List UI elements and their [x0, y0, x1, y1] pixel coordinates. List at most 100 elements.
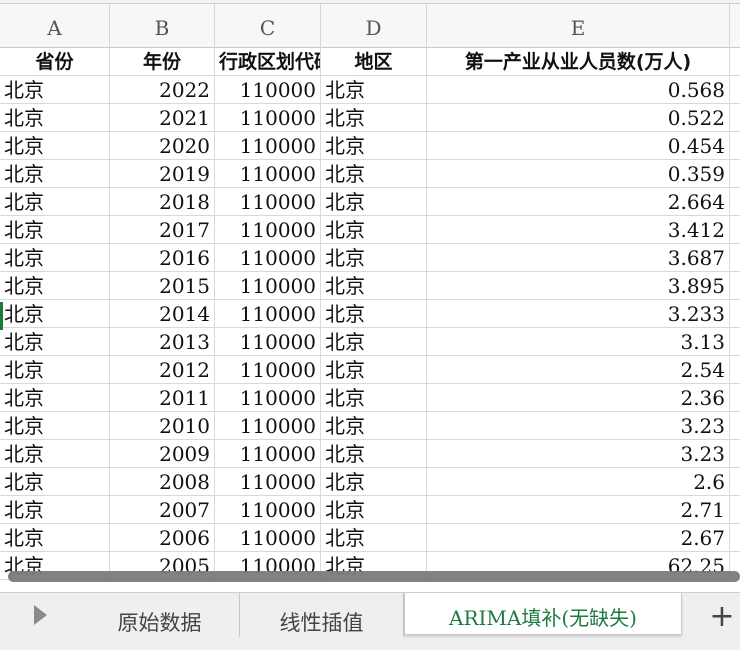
region-cell[interactable]: 北京 — [321, 272, 427, 300]
column-header-b[interactable]: B — [110, 4, 215, 48]
region-cell[interactable]: 北京 — [321, 356, 427, 384]
employment-cell[interactable]: 2.54 — [427, 356, 730, 384]
admin-code-cell[interactable]: 110000 — [215, 468, 321, 496]
year-cell[interactable]: 2008 — [110, 468, 215, 496]
employment-cell[interactable]: 3.687 — [427, 244, 730, 272]
region-cell[interactable]: 北京 — [321, 440, 427, 468]
year-cell[interactable]: 2020 — [110, 132, 215, 160]
tab-original-data[interactable]: 原始数据 — [80, 593, 240, 637]
header-cell-region[interactable]: 地区 — [321, 48, 427, 76]
employment-cell[interactable]: 3.23 — [427, 412, 730, 440]
year-cell[interactable]: 2009 — [110, 440, 215, 468]
year-cell[interactable]: 2012 — [110, 356, 215, 384]
province-cell[interactable]: 北京 — [0, 524, 110, 552]
region-cell[interactable]: 北京 — [321, 216, 427, 244]
province-cell[interactable]: 北京 — [0, 328, 110, 356]
province-cell[interactable]: 北京 — [0, 160, 110, 188]
admin-code-cell[interactable]: 110000 — [215, 440, 321, 468]
admin-code-cell[interactable]: 110000 — [215, 132, 321, 160]
region-cell[interactable]: 北京 — [321, 160, 427, 188]
region-cell[interactable]: 北京 — [321, 524, 427, 552]
tab-linear-interpolation[interactable]: 线性插值 — [240, 593, 404, 637]
year-cell[interactable]: 2007 — [110, 496, 215, 524]
year-cell[interactable]: 2021 — [110, 104, 215, 132]
region-cell[interactable]: 北京 — [321, 468, 427, 496]
admin-code-cell[interactable]: 110000 — [215, 76, 321, 104]
employment-cell[interactable]: 2.6 — [427, 468, 730, 496]
employment-cell[interactable]: 3.13 — [427, 328, 730, 356]
employment-cell[interactable]: 2.67 — [427, 524, 730, 552]
year-cell[interactable]: 2019 — [110, 160, 215, 188]
province-cell[interactable]: 北京 — [0, 384, 110, 412]
region-cell[interactable]: 北京 — [321, 188, 427, 216]
province-cell[interactable]: 北京 — [0, 468, 110, 496]
admin-code-cell[interactable]: 110000 — [215, 104, 321, 132]
region-cell[interactable]: 北京 — [321, 76, 427, 104]
year-cell[interactable]: 2015 — [110, 272, 215, 300]
province-cell[interactable]: 北京 — [0, 244, 110, 272]
next-sheet-icon[interactable] — [20, 593, 60, 637]
region-cell[interactable]: 北京 — [321, 104, 427, 132]
admin-code-cell[interactable]: 110000 — [215, 216, 321, 244]
admin-code-cell[interactable]: 110000 — [215, 496, 321, 524]
province-cell[interactable]: 北京 — [0, 132, 110, 160]
year-cell[interactable]: 2016 — [110, 244, 215, 272]
header-cell-admin-code[interactable]: 行政区划代码 — [215, 48, 321, 76]
admin-code-cell[interactable]: 110000 — [215, 188, 321, 216]
employment-cell[interactable]: 3.233 — [427, 300, 730, 328]
province-cell[interactable]: 北京 — [0, 188, 110, 216]
region-cell[interactable]: 北京 — [321, 300, 427, 328]
province-cell[interactable]: 北京 — [0, 440, 110, 468]
employment-cell[interactable]: 2.36 — [427, 384, 730, 412]
year-cell[interactable]: 2011 — [110, 384, 215, 412]
year-cell[interactable]: 2013 — [110, 328, 215, 356]
add-sheet-button[interactable]: + — [704, 597, 740, 637]
spreadsheet-grid[interactable]: A B C D E 省份 年份 行政区划代码 地区 第一产业从业人员数(万人) … — [0, 0, 740, 592]
admin-code-cell[interactable]: 110000 — [215, 524, 321, 552]
province-cell[interactable]: 北京 — [0, 272, 110, 300]
employment-cell[interactable]: 0.359 — [427, 160, 730, 188]
admin-code-cell[interactable]: 110000 — [215, 384, 321, 412]
year-cell[interactable]: 2022 — [110, 76, 215, 104]
year-cell[interactable]: 2010 — [110, 412, 215, 440]
admin-code-cell[interactable]: 110000 — [215, 272, 321, 300]
column-header-e[interactable]: E — [427, 4, 730, 48]
employment-cell[interactable]: 2.71 — [427, 496, 730, 524]
region-cell[interactable]: 北京 — [321, 244, 427, 272]
region-cell[interactable]: 北京 — [321, 132, 427, 160]
admin-code-cell[interactable]: 110000 — [215, 300, 321, 328]
header-cell-province[interactable]: 省份 — [0, 48, 110, 76]
province-cell[interactable]: 北京 — [0, 412, 110, 440]
header-cell-primary-employment[interactable]: 第一产业从业人员数(万人) — [427, 48, 730, 76]
year-cell[interactable]: 2006 — [110, 524, 215, 552]
tab-arima-fill[interactable]: ARIMA填补(无缺失) — [404, 593, 682, 635]
admin-code-cell[interactable]: 110000 — [215, 412, 321, 440]
column-header-c[interactable]: C — [215, 4, 321, 48]
region-cell[interactable]: 北京 — [321, 384, 427, 412]
province-cell[interactable]: 北京 — [0, 104, 110, 132]
employment-cell[interactable]: 2.664 — [427, 188, 730, 216]
admin-code-cell[interactable]: 110000 — [215, 160, 321, 188]
employment-cell[interactable]: 3.412 — [427, 216, 730, 244]
province-cell[interactable]: 北京 — [0, 496, 110, 524]
admin-code-cell[interactable]: 110000 — [215, 244, 321, 272]
column-header-d[interactable]: D — [321, 4, 427, 48]
header-cell-year[interactable]: 年份 — [110, 48, 215, 76]
horizontal-scrollbar[interactable] — [8, 571, 740, 582]
province-cell[interactable]: 北京 — [0, 216, 110, 244]
year-cell[interactable]: 2018 — [110, 188, 215, 216]
employment-cell[interactable]: 3.895 — [427, 272, 730, 300]
employment-cell[interactable]: 0.568 — [427, 76, 730, 104]
admin-code-cell[interactable]: 110000 — [215, 328, 321, 356]
province-cell[interactable]: 北京 — [0, 76, 110, 104]
year-cell[interactable]: 2017 — [110, 216, 215, 244]
region-cell[interactable]: 北京 — [321, 496, 427, 524]
admin-code-cell[interactable]: 110000 — [215, 356, 321, 384]
column-header-a[interactable]: A — [0, 4, 110, 48]
province-cell[interactable]: 北京 — [0, 300, 110, 328]
region-cell[interactable]: 北京 — [321, 328, 427, 356]
employment-cell[interactable]: 0.454 — [427, 132, 730, 160]
region-cell[interactable]: 北京 — [321, 412, 427, 440]
employment-cell[interactable]: 3.23 — [427, 440, 730, 468]
employment-cell[interactable]: 0.522 — [427, 104, 730, 132]
